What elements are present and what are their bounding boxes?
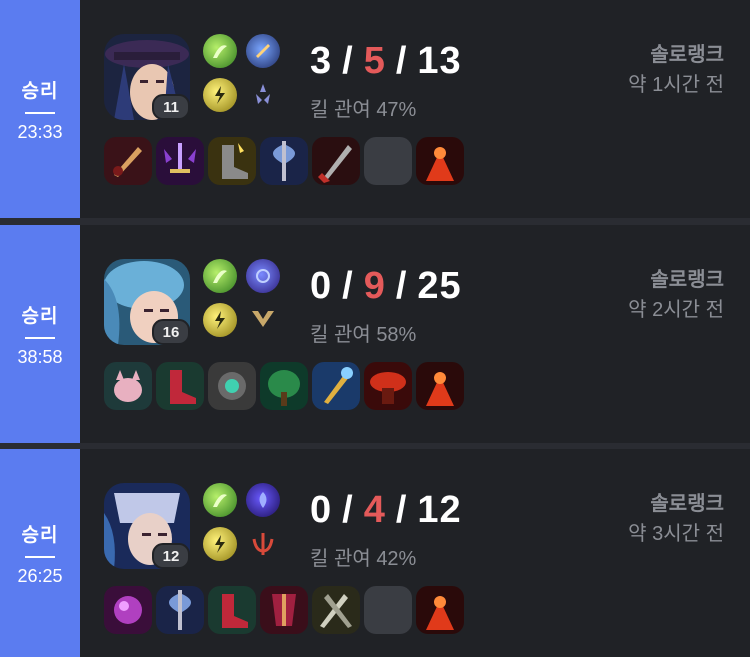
kda-separator: / <box>395 489 408 531</box>
item-orb-icon[interactable] <box>104 586 152 634</box>
match-duration: 26:25 <box>17 565 63 586</box>
queue-type: 솔로랭크 <box>650 269 724 291</box>
match-card[interactable]: 승리 26:25 12 0/4/12 킬 관여 42% 솔로랭크 약 3시간 전 <box>0 449 750 657</box>
item-row <box>104 586 464 634</box>
result-label: 승리 <box>21 524 59 546</box>
spell-flash-icon[interactable] <box>203 303 237 337</box>
time-ago: 약 2시간 전 <box>628 299 724 321</box>
kill-participation: 킬 관여 42% <box>310 548 417 570</box>
item-axe-icon[interactable] <box>260 137 308 185</box>
item-trinket-icon[interactable] <box>416 586 464 634</box>
match-card[interactable]: 승리 38:58 16 0/9/25 킬 관여 58% 솔로랭크 약 2시간 전 <box>0 225 750 443</box>
result-divider <box>25 555 55 558</box>
spell-heal-icon[interactable] <box>203 259 237 293</box>
empty-item-slot <box>364 586 412 634</box>
item-cat-icon[interactable] <box>104 362 152 410</box>
item-blade-icon[interactable] <box>104 137 152 185</box>
deaths: 5 <box>363 40 386 82</box>
spell-heal-icon[interactable] <box>203 34 237 68</box>
kills: 0 <box>310 489 333 531</box>
champion-level-badge: 16 <box>152 319 190 345</box>
assists: 25 <box>417 265 462 307</box>
item-tree-icon[interactable] <box>260 362 308 410</box>
result-divider <box>25 336 55 339</box>
time-ago: 약 3시간 전 <box>628 523 724 545</box>
queue-type: 솔로랭크 <box>650 493 724 515</box>
kills: 3 <box>310 40 333 82</box>
match-duration: 38:58 <box>17 346 63 367</box>
item-shield-icon[interactable] <box>364 362 412 410</box>
item-dagger-icon[interactable] <box>312 137 360 185</box>
deaths: 9 <box>363 265 386 307</box>
kda-separator: / <box>342 40 354 82</box>
rune-secondary-icon[interactable] <box>246 303 280 337</box>
match-duration: 23:33 <box>17 121 63 142</box>
item-armor-icon[interactable] <box>260 586 308 634</box>
result-label: 승리 <box>21 80 59 102</box>
kda-separator: / <box>395 265 408 307</box>
item-row <box>104 137 464 185</box>
result-bar: 승리 26:25 <box>0 449 80 657</box>
item-blades-icon[interactable] <box>312 586 360 634</box>
item-sword-icon[interactable] <box>156 137 204 185</box>
kill-participation: 킬 관여 58% <box>310 324 417 346</box>
champion-level-badge: 12 <box>152 543 190 569</box>
item-eye-icon[interactable] <box>208 362 256 410</box>
result-divider <box>25 111 55 114</box>
result-bar: 승리 23:33 <box>0 0 80 218</box>
item-boots-icon[interactable] <box>156 362 204 410</box>
queue-type: 솔로랭크 <box>650 44 724 66</box>
kda-separator: / <box>342 265 354 307</box>
item-wand-icon[interactable] <box>312 362 360 410</box>
result-bar: 승리 38:58 <box>0 225 80 443</box>
item-row <box>104 362 464 410</box>
item-boots-icon[interactable] <box>208 586 256 634</box>
result-label: 승리 <box>21 305 59 327</box>
kda-score: 3/5/13 <box>310 40 462 83</box>
rune-primary-icon[interactable] <box>246 259 280 293</box>
rune-secondary-icon[interactable] <box>246 527 280 561</box>
spell-flash-icon[interactable] <box>203 78 237 112</box>
champion-level-badge: 11 <box>152 94 190 120</box>
spell-heal-icon[interactable] <box>203 483 237 517</box>
rune-secondary-icon[interactable] <box>246 78 280 112</box>
item-boots-icon[interactable] <box>208 137 256 185</box>
item-trinket-icon[interactable] <box>416 137 464 185</box>
assists: 12 <box>417 489 462 531</box>
empty-item-slot <box>364 137 412 185</box>
kda-separator: / <box>395 40 408 82</box>
match-card[interactable]: 승리 23:33 11 3/5/13 킬 관여 47% 솔로랭크 약 1시간 전 <box>0 0 750 218</box>
assists: 13 <box>417 40 462 82</box>
time-ago: 약 1시간 전 <box>628 74 724 96</box>
rune-primary-icon[interactable] <box>246 483 280 517</box>
kill-participation: 킬 관여 47% <box>310 99 417 121</box>
item-trinket-icon[interactable] <box>416 362 464 410</box>
kills: 0 <box>310 265 333 307</box>
kda-score: 0/4/12 <box>310 489 462 532</box>
kda-separator: / <box>342 489 354 531</box>
rune-primary-icon[interactable] <box>246 34 280 68</box>
spell-flash-icon[interactable] <box>203 527 237 561</box>
kda-score: 0/9/25 <box>310 265 462 308</box>
deaths: 4 <box>363 489 386 531</box>
item-axe-icon[interactable] <box>156 586 204 634</box>
